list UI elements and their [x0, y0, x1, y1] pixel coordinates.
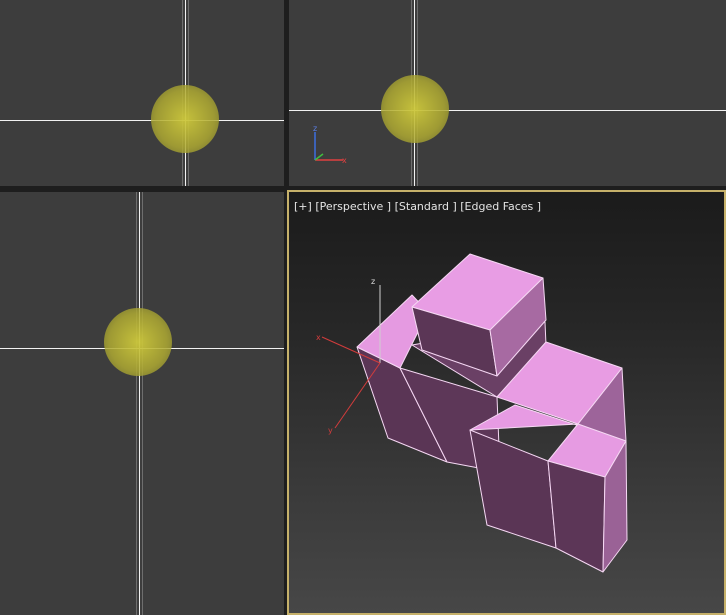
viewport-layout: z x [+] [Perspective ] [Standard ] [Edge…: [0, 0, 726, 615]
pivot-gizmo[interactable]: [151, 85, 219, 153]
pivot-gizmo[interactable]: [381, 75, 449, 143]
gizmo-label-z: z: [371, 277, 375, 286]
scene-objects: z x y: [316, 253, 628, 573]
viewport-left[interactable]: [0, 192, 284, 615]
world-axis-icon: z x: [313, 124, 347, 165]
box-front-middle-face: [547, 460, 606, 573]
grid-axis-horizontal: [0, 120, 284, 121]
gizmo-label-y: y: [328, 426, 333, 435]
axis-label-x: x: [342, 156, 347, 165]
viewport-perspective[interactable]: [+] [Perspective ] [Standard ] [Edged Fa…: [287, 190, 726, 615]
axis-label-z: z: [313, 124, 317, 133]
box-front-left-face: [469, 429, 557, 549]
viewport-top[interactable]: [0, 0, 284, 186]
viewport-front[interactable]: z x: [289, 0, 726, 186]
gizmo-label-x: x: [316, 333, 321, 342]
grid-axis-vertical: [139, 192, 140, 615]
grid-axis-horizontal: [289, 110, 726, 111]
pivot-gizmo[interactable]: [104, 308, 172, 376]
